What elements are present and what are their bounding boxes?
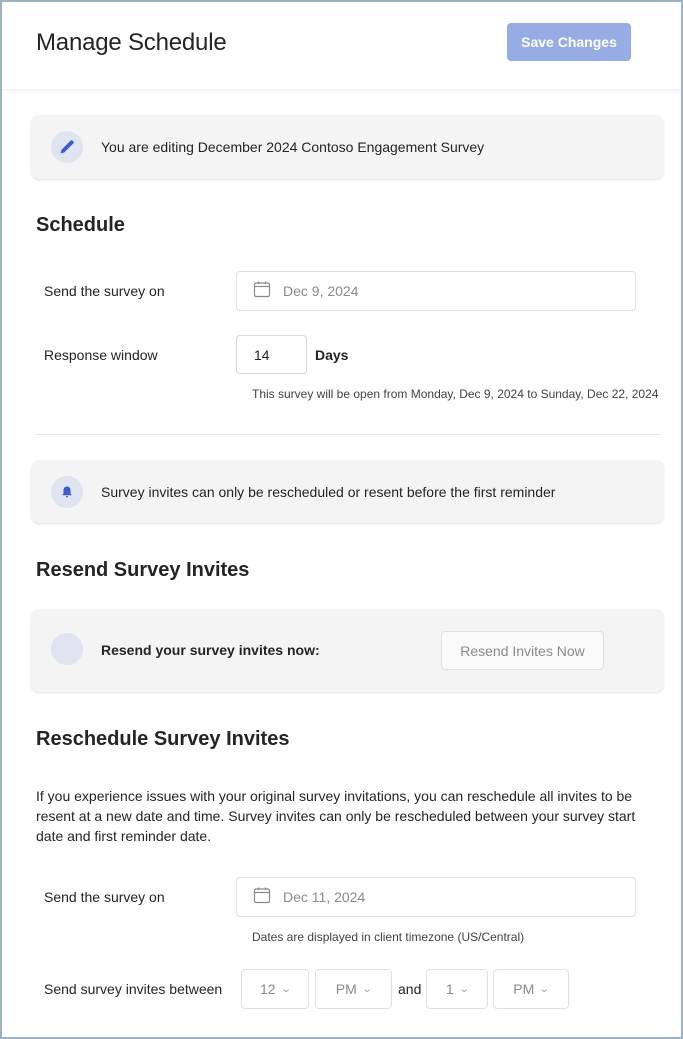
response-window-input[interactable]	[236, 335, 307, 374]
bell-icon	[51, 476, 83, 508]
calendar-icon	[253, 886, 271, 909]
end-period-value: PM	[513, 981, 535, 997]
page-title: Manage Schedule	[36, 29, 227, 56]
send-survey-label: Send the survey on	[44, 283, 165, 299]
start-period-select[interactable]: PM ⌄	[315, 969, 392, 1009]
reschedule-send-label: Send the survey on	[44, 889, 165, 905]
days-unit-label: Days	[315, 347, 349, 363]
calendar-icon	[253, 280, 271, 303]
send-date-value: Dec 9, 2024	[283, 283, 359, 299]
end-period-select[interactable]: PM ⌄	[493, 969, 569, 1009]
editing-banner-text: You are editing December 2024 Contoso En…	[101, 139, 485, 155]
chevron-down-icon: ⌄	[361, 983, 373, 995]
section-divider	[36, 434, 660, 435]
resend-invites-now-button[interactable]: Resend Invites Now	[441, 631, 604, 670]
reminder-banner: Survey invites can only be rescheduled o…	[31, 460, 664, 523]
start-hour-value: 12	[260, 981, 276, 997]
end-hour-value: 1	[445, 981, 454, 997]
open-period-hint: This survey will be open from Monday, De…	[252, 387, 659, 401]
start-period-value: PM	[335, 981, 357, 997]
resend-title: Resend Survey Invites	[36, 559, 250, 581]
resend-card: Resend your survey invites now: Resend I…	[31, 609, 664, 692]
chevron-down-icon: ⌄	[539, 983, 550, 995]
reschedule-date-value: Dec 11, 2024	[283, 889, 366, 905]
chevron-down-icon: ⌄	[458, 983, 470, 995]
resend-text: Resend your survey invites now:	[101, 642, 320, 658]
and-label: and	[398, 981, 422, 997]
send-between-label: Send survey invites between	[44, 981, 223, 997]
manage-schedule-panel: Manage Schedule Save Changes You are edi…	[2, 2, 681, 1037]
schedule-title: Schedule	[36, 214, 125, 236]
reschedule-title: Reschedule Survey Invites	[36, 728, 290, 750]
header: Manage Schedule Save Changes	[2, 2, 681, 90]
response-window-label: Response window	[44, 347, 158, 363]
send-date-picker[interactable]: Dec 9, 2024	[236, 271, 636, 311]
editing-banner: You are editing December 2024 Contoso En…	[31, 115, 664, 179]
end-hour-select[interactable]: 1 ⌄	[426, 969, 488, 1009]
reschedule-description: If you experience issues with your origi…	[36, 788, 636, 844]
timezone-hint: Dates are displayed in client timezone (…	[252, 930, 525, 944]
reminder-banner-text: Survey invites can only be rescheduled o…	[101, 484, 556, 500]
pencil-icon	[51, 131, 83, 163]
start-hour-select[interactable]: 12 ⌄	[241, 969, 309, 1009]
chevron-down-icon: ⌄	[280, 983, 292, 995]
resend-status-icon	[51, 633, 83, 665]
reschedule-date-picker[interactable]: Dec 11, 2024	[236, 877, 636, 917]
save-changes-button[interactable]: Save Changes	[507, 23, 631, 61]
